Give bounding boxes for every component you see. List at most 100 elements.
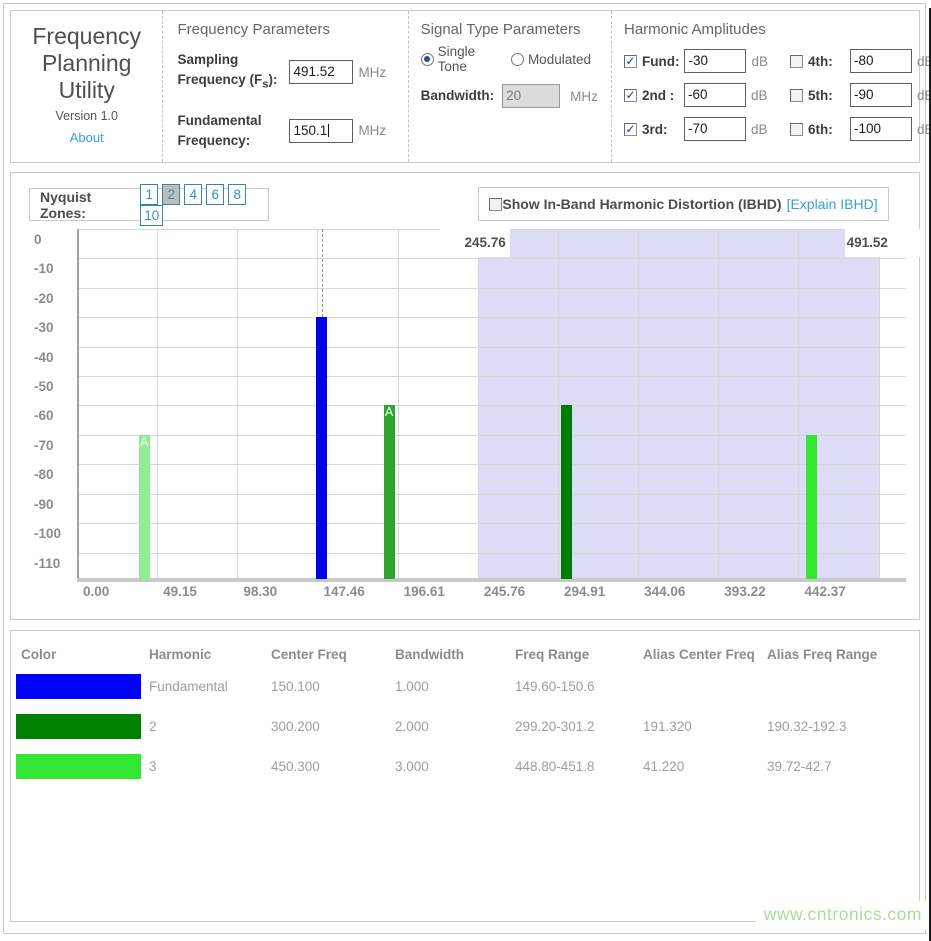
harmonic-unit: dB <box>751 122 768 137</box>
v-gridline <box>638 229 639 579</box>
3rd-harmonic-alias-bar: A <box>139 435 150 579</box>
h-gridline <box>77 523 906 524</box>
y-tick-label: 0 <box>34 232 42 247</box>
ibhd-checkbox[interactable]: ✓ <box>489 198 502 211</box>
nyquist-zone-button-10[interactable]: 10 <box>140 205 163 226</box>
fundamental-bar <box>316 317 327 579</box>
nyquist-zone-2-shading <box>478 229 879 579</box>
x-tick-label: 196.61 <box>404 584 445 599</box>
sampling-frequency-unit: MHz <box>358 65 386 80</box>
harmonic-row-5: ✓5th:-90dB <box>790 78 931 112</box>
2nd-harmonic-alias-bar: A <box>384 405 395 579</box>
y-tick-label: -110 <box>34 556 60 571</box>
table-row: Fundamental150.1001.000149.60-150.6 <box>21 666 907 706</box>
y-axis-labels: 0-10-20-30-40-50-60-70-80-90-100-110 <box>29 229 77 579</box>
color-swatch <box>16 754 141 779</box>
v-gridline <box>157 229 158 579</box>
y-tick-label: -50 <box>34 379 54 394</box>
h-gridline <box>77 376 906 377</box>
harmonic-row-4: ✓4th:-80dB <box>790 44 931 78</box>
fundamental-frequency-unit: MHz <box>358 123 386 138</box>
nyquist-zone-buttons: 12468 10 <box>140 184 268 226</box>
center-freq-cell: 300.200 <box>271 706 395 746</box>
nyquist-zone-button-4[interactable]: 4 <box>184 184 202 205</box>
modulated-radio[interactable] <box>511 53 524 66</box>
harmonic-checkbox[interactable]: ✓ <box>624 123 637 136</box>
signal-type-section: Signal Type Parameters Single Tone Modul… <box>408 11 611 162</box>
harmonic-label: 6th: <box>808 122 845 137</box>
harmonic-row-3: ✓ 3rd: -70 dB <box>624 112 768 146</box>
nyquist-zone-button-1[interactable]: 1 <box>140 184 158 205</box>
harmonic-amplitude-input[interactable]: -80 <box>850 49 912 73</box>
x-tick-label: 98.30 <box>243 584 277 599</box>
fundamental-frequency-label: Fundamental Frequency: <box>177 111 289 151</box>
alias-center-freq-cell: 41.220 <box>643 746 767 786</box>
nyquist-zone-button-8[interactable]: 8 <box>228 184 246 205</box>
harmonic-checkbox[interactable]: ✓ <box>624 55 637 68</box>
harmonic-checkbox[interactable]: ✓ <box>790 55 803 68</box>
color-swatch <box>16 674 141 699</box>
harmonic-amplitude-input[interactable]: -100 <box>850 117 912 141</box>
harmonic-cell: 2 <box>149 706 271 746</box>
harmonic-amplitudes-grid: ✓Fund:-30dB✓2nd :-60dB✓3rd:-70dB✓4th:-80… <box>624 44 907 146</box>
fundamental-frequency-input[interactable]: 150.1 <box>289 119 353 143</box>
v-gridline <box>879 229 880 579</box>
harmonic-label: 3rd: <box>642 122 679 137</box>
harmonic-label: 5th: <box>808 88 845 103</box>
alias-center-freq-cell: 191.320 <box>643 706 767 746</box>
about-link[interactable]: About <box>70 130 104 145</box>
h-gridline <box>77 464 906 465</box>
v-gridline <box>798 229 799 579</box>
harmonic-unit: dB <box>751 88 768 103</box>
table-header: Alias Center Freq <box>643 641 767 666</box>
harmonic-amplitude-input[interactable]: -60 <box>684 83 746 107</box>
h-gridline <box>77 405 906 406</box>
sampling-frequency-label: Sampling Frequency (Fs): <box>177 50 289 95</box>
zone-start-label: 245.76 <box>440 229 510 257</box>
3rd-harmonic-bar <box>806 435 817 579</box>
harmonic-amplitudes-section: Harmonic Amplitudes ✓Fund:-30dB✓2nd :-60… <box>611 11 919 162</box>
explain-ibhd-link[interactable]: [Explain IBHD] <box>787 196 878 212</box>
harmonic-amplitude-input[interactable]: -30 <box>684 49 746 73</box>
table-header: Freq Range <box>515 641 643 666</box>
harmonic-row-2: ✓2nd :-60dB <box>624 78 768 112</box>
x-tick-label: 442.37 <box>804 584 845 599</box>
table-row: 2300.2002.000299.20-301.2191.320190.32-1… <box>21 706 907 746</box>
signal-type-title: Signal Type Parameters <box>421 21 599 38</box>
header-panel: Frequency Planning Utility Version 1.0 A… <box>10 10 920 163</box>
harmonic-cell: Fundamental <box>149 666 271 706</box>
nyquist-zone-button-2[interactable]: 2 <box>162 184 180 205</box>
sampling-frequency-input[interactable]: 491.52 <box>289 60 353 84</box>
bandwidth-cell: 3.000 <box>395 746 515 786</box>
nyquist-zones-box: Nyquist Zones: 1246810 <box>29 188 269 221</box>
single-tone-radio[interactable] <box>421 53 434 66</box>
center-freq-cell: 150.100 <box>271 666 395 706</box>
2nd-harmonic-bar <box>561 405 572 579</box>
y-tick-label: -60 <box>34 408 54 423</box>
harmonic-checkbox[interactable]: ✓ <box>790 89 803 102</box>
x-tick-label: 147.46 <box>323 584 364 599</box>
h-gridline <box>77 288 906 289</box>
spectrum-plot: 0-10-20-30-40-50-60-70-80-90-100-110 AA2… <box>29 229 916 609</box>
harmonic-amplitude-input[interactable]: -70 <box>684 117 746 141</box>
harmonic-checkbox[interactable]: ✓ <box>624 89 637 102</box>
harmonic-row-6: ✓6th:-100dB <box>790 112 931 146</box>
harmonic-cell: 3 <box>149 746 271 786</box>
harmonic-amplitude-input[interactable]: -90 <box>850 83 912 107</box>
watermark: www.cntronics.com <box>756 901 928 930</box>
alias-center-freq-cell <box>643 666 767 706</box>
bandwidth-input[interactable]: 20 <box>502 84 560 108</box>
x-tick-label: 245.76 <box>484 584 525 599</box>
x-tick-label: 0.00 <box>83 584 109 599</box>
alias-label: A <box>384 405 395 419</box>
bandwidth-cell: 2.000 <box>395 706 515 746</box>
harmonic-checkbox[interactable]: ✓ <box>790 123 803 136</box>
v-gridline <box>398 229 399 579</box>
v-gridline <box>237 229 238 579</box>
bandwidth-label: Bandwidth: <box>421 86 495 106</box>
table-header: Alias Freq Range <box>767 641 907 666</box>
nyquist-zone-button-6[interactable]: 6 <box>206 184 224 205</box>
alias-freq-range-cell: 190.32-192.3 <box>767 706 907 746</box>
h-gridline <box>77 553 906 554</box>
y-tick-label: -80 <box>34 467 54 482</box>
